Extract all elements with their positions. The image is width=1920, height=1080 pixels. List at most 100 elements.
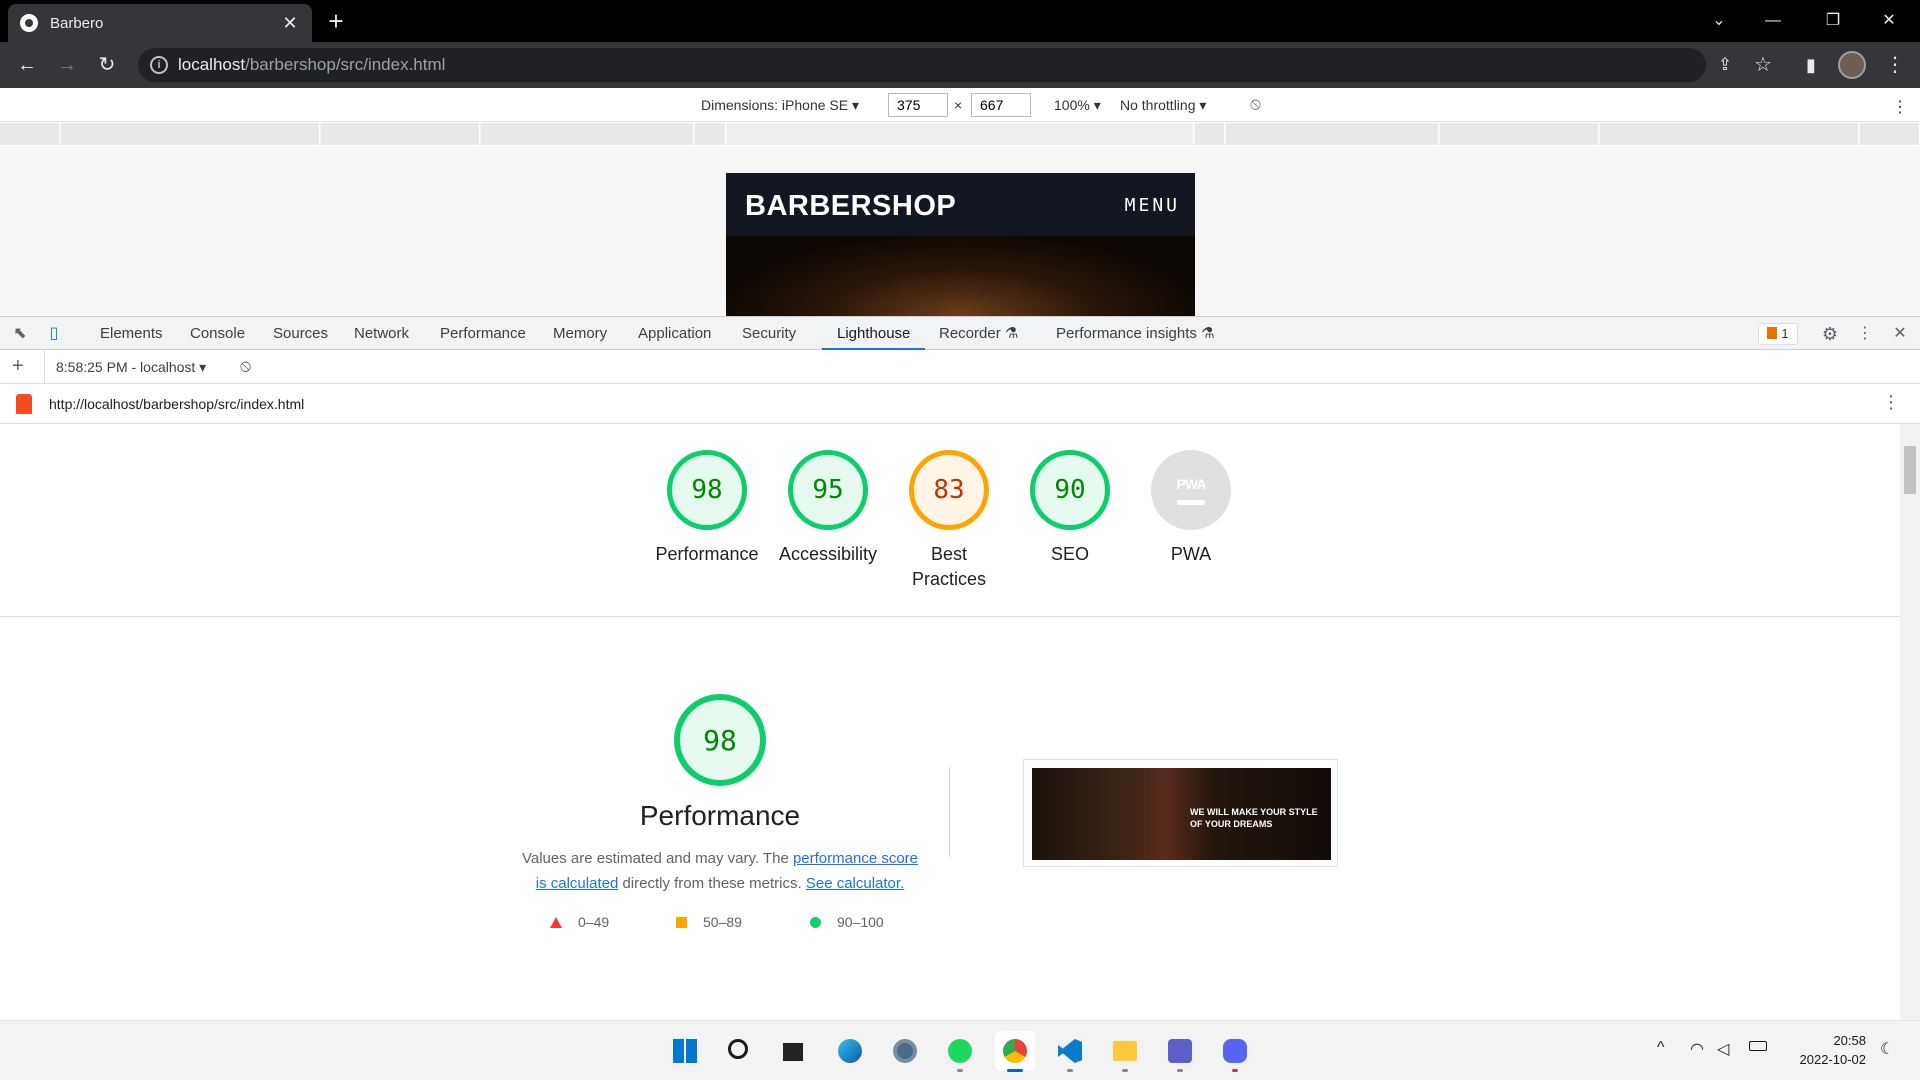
viewport-width-input[interactable] [888, 93, 948, 117]
tab-network[interactable]: Network [354, 317, 409, 350]
tab-recorder[interactable]: Recorder ⚗ [939, 317, 1018, 350]
gauge-accessibility[interactable]: 95 Accessibility [773, 450, 883, 567]
notification-icon[interactable]: ☾ [1880, 1039, 1894, 1059]
vscode-button[interactable] [1050, 1031, 1090, 1072]
report-menu-icon[interactable]: ⋮ [1882, 392, 1900, 413]
media-query-bar[interactable] [0, 123, 1920, 145]
new-tab-button[interactable]: + [322, 8, 350, 36]
running-indicator [1232, 1069, 1238, 1072]
start-button[interactable] [665, 1031, 705, 1071]
task-view-button[interactable] [775, 1031, 815, 1071]
browser-tab[interactable]: Barbero ✕ [8, 4, 312, 42]
discord-button[interactable] [1215, 1031, 1255, 1072]
settings-gear-icon[interactable]: ⚙ [1820, 324, 1840, 344]
experiment-flask-icon: ⚗ [1201, 325, 1215, 342]
tab-console[interactable]: Console [190, 317, 245, 350]
site-logo[interactable]: BARBERSHOP [745, 190, 956, 223]
tab-performance[interactable]: Performance [440, 317, 526, 350]
scrollbar-thumb[interactable] [1904, 446, 1916, 494]
battery-icon[interactable] [1749, 1041, 1767, 1051]
tab-elements[interactable]: Elements [100, 317, 163, 350]
site-preview[interactable]: BARBERSHOP MENU [726, 173, 1195, 316]
issues-counter[interactable]: 1 [1758, 323, 1798, 345]
lighthouse-logo-icon [16, 394, 32, 414]
file-explorer-button[interactable] [1105, 1031, 1145, 1072]
media-query-segment[interactable] [1195, 123, 1225, 145]
wifi-icon[interactable]: ◠ [1690, 1039, 1704, 1059]
media-query-segment[interactable] [1440, 123, 1599, 145]
close-tab-icon[interactable]: ✕ [280, 13, 300, 34]
chrome-menu-icon[interactable]: ⋮ [1880, 50, 1910, 80]
see-calculator-link[interactable]: See calculator. [806, 875, 904, 892]
fail-triangle-icon [550, 917, 562, 928]
gauge-pwa[interactable]: PWA PWA [1136, 450, 1246, 567]
media-query-segment[interactable] [695, 123, 726, 145]
gauge-label: Performance [655, 544, 759, 564]
edge-button[interactable] [830, 1031, 870, 1071]
inspect-element-icon[interactable]: ⬉ [10, 324, 30, 344]
clock[interactable]: 20:58 2022-10-02 [1786, 1031, 1867, 1069]
device-toggle-icon[interactable]: ▯ [44, 324, 64, 344]
media-query-segment[interactable] [1226, 123, 1439, 145]
site-menu-button[interactable]: MENU [1125, 195, 1180, 216]
restore-button[interactable]: ❐ [1810, 6, 1856, 36]
clock-time: 20:58 [1833, 1033, 1866, 1048]
media-query-segment[interactable] [727, 123, 1194, 145]
profile-avatar[interactable] [1838, 51, 1866, 79]
rotate-icon[interactable]: ⦸ [1250, 94, 1261, 114]
tab-search-icon[interactable]: ⌄ [1696, 6, 1742, 36]
devtools-menu-icon[interactable]: ⋮ [1855, 324, 1875, 344]
chrome-button[interactable] [995, 1031, 1035, 1072]
share-icon[interactable]: ⇪ [1710, 50, 1740, 80]
throttling-dropdown[interactable]: No throttling ▾ [1120, 97, 1206, 114]
spotify-button[interactable] [940, 1031, 980, 1072]
performance-title: Performance [639, 800, 801, 831]
gauge-label: SEO [1050, 544, 1089, 564]
gauge-best-practices[interactable]: 83 Best Practices [894, 450, 1004, 592]
gauge-seo[interactable]: 90 SEO [1015, 450, 1125, 567]
tab-security[interactable]: Security [742, 317, 796, 350]
address-bar[interactable]: i localhost/barbershop/src/index.html [138, 48, 1706, 82]
show-hidden-icons-icon[interactable]: ^ [1657, 1039, 1665, 1057]
site-info-icon[interactable]: i [150, 56, 168, 74]
report-selector[interactable]: 8:58:25 PM - localhost ▾ [56, 359, 206, 376]
gauge-performance[interactable]: 98 Performance [652, 450, 762, 567]
clear-reports-icon[interactable]: ⦸ [240, 356, 251, 376]
bookmark-star-icon[interactable]: ☆ [1748, 50, 1778, 80]
media-query-segment[interactable] [1860, 123, 1920, 145]
tab-application[interactable]: Application [638, 317, 711, 350]
media-query-segment[interactable] [321, 123, 480, 145]
settings-button[interactable] [885, 1031, 925, 1071]
media-query-segment[interactable] [0, 123, 60, 145]
devtools-tab-bar: ⬉ ▯ Elements Console Sources Network Per… [0, 316, 1920, 350]
back-icon[interactable]: ← [12, 50, 42, 80]
tab-lighthouse[interactable]: Lighthouse [822, 317, 926, 350]
emulated-viewport: BARBERSHOP MENU [0, 146, 1920, 316]
teams-button[interactable] [1160, 1031, 1200, 1072]
media-query-segment[interactable] [61, 123, 320, 145]
viewport-height-input[interactable] [971, 93, 1031, 117]
gauge-label: PWA [1170, 544, 1212, 564]
side-panel-icon[interactable]: ▮ [1796, 50, 1826, 80]
performance-description: Values are estimated and may vary. The p… [521, 850, 919, 892]
zoom-dropdown[interactable]: 100% ▾ [1054, 97, 1101, 114]
final-screenshot[interactable]: WE WILL MAKE YOUR STYLE OF YOUR DREAMS [1023, 759, 1338, 867]
new-report-icon[interactable]: + [12, 355, 24, 378]
tab-performance-insights[interactable]: Performance insights ⚗ [1056, 317, 1215, 350]
report-scrollbar[interactable] [1900, 424, 1920, 1020]
minimize-button[interactable]: — [1750, 6, 1796, 36]
url-host: localhost [178, 55, 246, 74]
reload-icon[interactable]: ↻ [92, 50, 122, 80]
close-devtools-icon[interactable]: ✕ [1890, 324, 1910, 344]
media-query-segment[interactable] [1600, 123, 1859, 145]
forward-icon[interactable]: → [52, 50, 82, 80]
device-options-icon[interactable]: ⋮ [1892, 97, 1908, 117]
dimensions-dropdown[interactable]: Dimensions: iPhone SE ▾ [701, 97, 859, 114]
tab-memory[interactable]: Memory [553, 317, 607, 350]
tab-sources[interactable]: Sources [273, 317, 328, 350]
close-window-button[interactable]: ✕ [1866, 6, 1912, 36]
gauge-label: Accessibility [778, 544, 878, 564]
search-button[interactable] [720, 1031, 760, 1071]
media-query-segment[interactable] [481, 123, 694, 145]
volume-icon[interactable]: ◁ [1717, 1039, 1729, 1059]
